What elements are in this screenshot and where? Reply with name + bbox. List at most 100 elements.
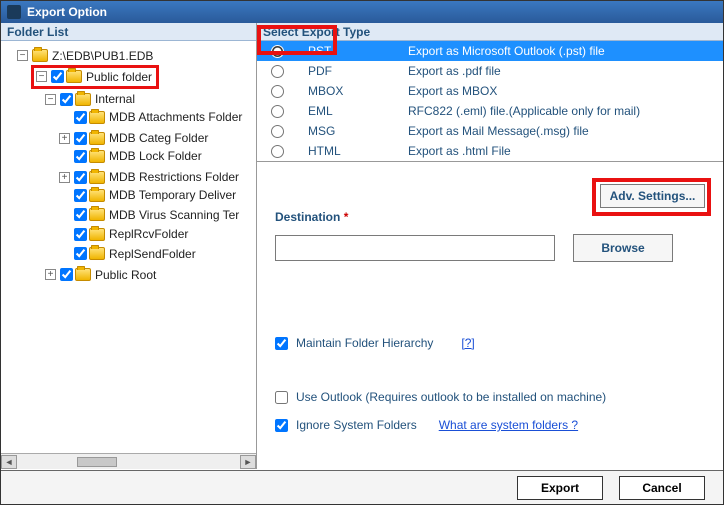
export-type-row[interactable]: PDFExport as .pdf file — [257, 61, 723, 81]
dialog-body: Folder List − Z:\EDB\PUB1.EDB — [1, 23, 723, 469]
export-type-radio[interactable] — [271, 85, 284, 98]
horizontal-scrollbar[interactable]: ◄ ► — [1, 453, 256, 469]
destination-label-text: Destination — [275, 210, 340, 224]
destination-row: Browse — [275, 234, 705, 262]
export-type-row[interactable]: PSTExport as Microsoft Outlook (.pst) fi… — [257, 41, 723, 61]
maintain-hierarchy-checkbox[interactable] — [275, 337, 288, 350]
tree-checkbox[interactable] — [74, 111, 87, 124]
tree-label: MDB Categ Folder — [107, 129, 210, 147]
folder-icon — [89, 189, 105, 202]
browse-button[interactable]: Browse — [573, 234, 673, 262]
scroll-right-icon[interactable]: ► — [240, 455, 256, 469]
folder-icon — [75, 93, 91, 106]
folder-tree[interactable]: − Z:\EDB\PUB1.EDB − — [1, 41, 256, 453]
tree-public-root[interactable]: + Public Root — [45, 266, 158, 284]
tree-label: MDB Virus Scanning Ter — [107, 206, 241, 224]
tree-label: Public Root — [93, 266, 158, 284]
export-type-code: PST — [308, 44, 408, 58]
export-type-row[interactable]: MBOXExport as MBOX — [257, 81, 723, 101]
use-outlook-row: Use Outlook (Requires outlook to be inst… — [275, 390, 705, 404]
folder-icon — [75, 268, 91, 281]
expand-icon[interactable]: + — [59, 172, 70, 183]
folder-icon — [66, 70, 82, 83]
export-type-code: HTML — [308, 144, 408, 158]
tree-checkbox[interactable] — [74, 132, 87, 145]
folder-icon — [32, 49, 48, 62]
export-type-desc: Export as Microsoft Outlook (.pst) file — [408, 44, 605, 58]
export-type-radio[interactable] — [271, 45, 284, 58]
tree-label: Public folder — [84, 68, 154, 86]
tree-item[interactable]: MDB Virus Scanning Ter — [59, 206, 241, 224]
scroll-left-icon[interactable]: ◄ — [1, 455, 17, 469]
export-type-desc: Export as .pdf file — [408, 64, 501, 78]
tree-checkbox[interactable] — [60, 268, 73, 281]
folder-icon — [89, 150, 105, 163]
tree-checkbox[interactable] — [74, 189, 87, 202]
tree-checkbox[interactable] — [74, 228, 87, 241]
destination-input[interactable] — [275, 235, 555, 261]
tree-item[interactable]: ReplRcvFolder — [59, 225, 190, 243]
export-type-desc: RFC822 (.eml) file.(Applicable only for … — [408, 104, 640, 118]
export-type-row[interactable]: HTMLExport as .html File — [257, 141, 723, 161]
ignore-system-checkbox[interactable] — [275, 419, 288, 432]
export-type-code: MBOX — [308, 84, 408, 98]
folder-icon — [89, 208, 105, 221]
collapse-icon[interactable]: − — [36, 71, 47, 82]
ignore-system-row: Ignore System Folders What are system fo… — [275, 418, 705, 432]
cancel-button[interactable]: Cancel — [619, 476, 705, 500]
tree-checkbox[interactable] — [74, 150, 87, 163]
export-type-header: Select Export Type — [257, 23, 723, 41]
folder-icon — [89, 111, 105, 124]
tree-item[interactable]: + MDB Categ Folder — [59, 129, 210, 147]
export-type-radio[interactable] — [271, 145, 284, 158]
export-type-list: PSTExport as Microsoft Outlook (.pst) fi… — [257, 41, 723, 162]
export-type-code: MSG — [308, 124, 408, 138]
expand-icon[interactable]: + — [59, 133, 70, 144]
ignore-system-label: Ignore System Folders — [296, 418, 417, 432]
export-type-desc: Export as .html File — [408, 144, 511, 158]
dialog-title: Export Option — [27, 5, 107, 19]
tree-public-folder[interactable]: − Public folder — [31, 65, 159, 89]
collapse-icon[interactable]: − — [45, 94, 56, 105]
maintain-hierarchy-row: Maintain Folder Hierarchy [?] — [275, 336, 705, 350]
use-outlook-checkbox[interactable] — [275, 391, 288, 404]
tree-item[interactable]: MDB Lock Folder — [59, 147, 204, 165]
tree-checkbox[interactable] — [74, 208, 87, 221]
export-type-radio[interactable] — [271, 65, 284, 78]
tree-item[interactable]: MDB Temporary Deliver — [59, 186, 238, 204]
dialog-footer: Export Cancel — [1, 470, 723, 504]
tree-label: ReplRcvFolder — [107, 225, 190, 243]
export-button[interactable]: Export — [517, 476, 603, 500]
adv-settings-button[interactable]: Adv. Settings... — [600, 184, 705, 208]
tree-label: Z:\EDB\PUB1.EDB — [50, 47, 155, 65]
tree-checkbox[interactable] — [74, 171, 87, 184]
collapse-icon[interactable]: − — [17, 50, 28, 61]
tree-label: MDB Restrictions Folder — [107, 168, 241, 186]
export-type-panel: Select Export Type PSTExport as Microsof… — [257, 23, 723, 469]
tree-internal[interactable]: − Internal — [45, 90, 137, 108]
destination-label: Destination * — [275, 210, 705, 224]
scroll-track[interactable] — [17, 457, 240, 467]
tree-item[interactable]: ReplSendFolder — [59, 245, 198, 263]
what-are-system-folders-link[interactable]: What are system folders ? — [439, 418, 578, 432]
help-link[interactable]: [?] — [461, 336, 474, 350]
tree-checkbox[interactable] — [60, 93, 73, 106]
tree-item[interactable]: + MDB Restrictions Folder — [59, 168, 241, 186]
spacer — [59, 209, 70, 220]
folder-icon — [89, 247, 105, 260]
folder-icon — [89, 132, 105, 145]
export-type-code: EML — [308, 104, 408, 118]
tree-root[interactable]: − Z:\EDB\PUB1.EDB — [17, 47, 155, 65]
export-type-radio[interactable] — [271, 125, 284, 138]
expand-icon[interactable]: + — [45, 269, 56, 280]
spacer — [59, 248, 70, 259]
spacer — [59, 112, 70, 123]
scroll-thumb[interactable] — [77, 457, 117, 467]
required-indicator: * — [344, 210, 349, 224]
export-type-row[interactable]: EMLRFC822 (.eml) file.(Applicable only f… — [257, 101, 723, 121]
tree-item[interactable]: MDB Attachments Folder — [59, 108, 244, 126]
export-type-row[interactable]: MSGExport as Mail Message(.msg) file — [257, 121, 723, 141]
export-type-radio[interactable] — [271, 105, 284, 118]
tree-checkbox[interactable] — [51, 70, 64, 83]
tree-checkbox[interactable] — [74, 247, 87, 260]
